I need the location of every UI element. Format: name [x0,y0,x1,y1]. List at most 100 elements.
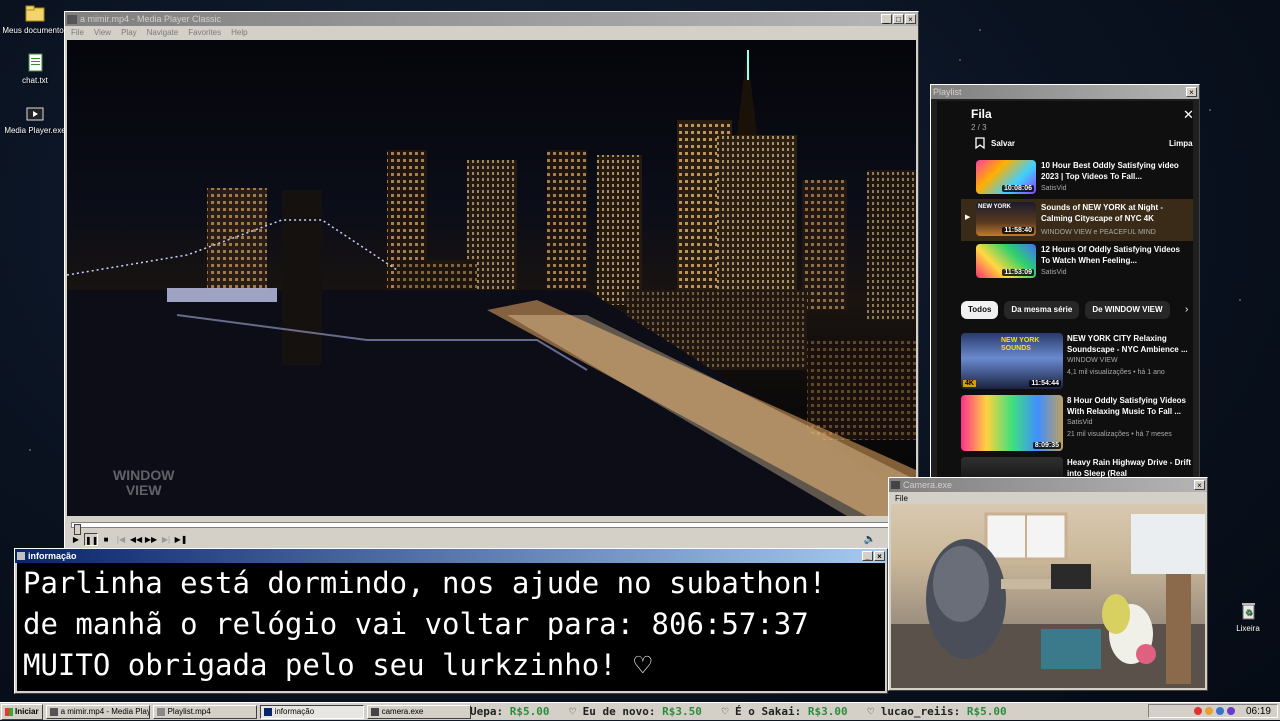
donation-name: Eu de novo: [582,705,656,718]
room-image [891,512,1205,688]
close-button[interactable]: × [1194,480,1205,490]
video-thumbnail: 11:53:09 [976,244,1036,278]
window-app-icon [263,707,272,716]
frame-step-icon[interactable]: ▶❚ [174,533,188,546]
tray-app-icon[interactable] [1215,707,1224,715]
related-video[interactable]: Heavy Rain Highway Drive - Drift into Sl… [961,457,1193,479]
donation-amount: R$3.00 [807,705,848,718]
control-buttons: ▶ ❚❚ ■ |◀ ◀◀ ▶▶ ▶| ▶❚ [69,533,188,546]
queue-item-title: Sounds of NEW YORK at Night - Calming Ci… [1041,203,1164,223]
desktop-icon-documents[interactable]: Meus documentos [0,2,70,35]
chip-from-channel[interactable]: De WINDOW VIEW [1085,301,1170,319]
window-app-icon [17,552,25,560]
start-button[interactable]: Iniciar [1,703,43,720]
previous-icon[interactable]: |◀ [114,533,128,546]
menu-help[interactable]: Help [231,28,247,37]
queue-count: 2 / 3 [971,123,987,132]
taskbar-button-label: informação [274,707,315,716]
duration-badge: 8:09:35 [1032,442,1061,449]
quality-badge: 4K [963,380,976,387]
menu-file[interactable]: File [71,28,84,37]
related-video[interactable]: NEW YORK SOUNDS 4K 11:54:44 NEW YORK CIT… [961,333,1193,391]
queue-item-title: 10 Hour Best Oddly Satisfying video 2023… [1041,161,1179,181]
thumbnail-text: NEW YORK SOUNDS [1001,337,1040,352]
queue-item[interactable]: 10:08:06 10 Hour Best Oddly Satisfying v… [961,157,1193,199]
video-frame[interactable]: WINDOW VIEW [67,40,916,516]
fast-forward-icon[interactable]: ▶▶ [144,533,158,546]
clear-button[interactable]: Limpa [1169,139,1193,148]
camera-window: Camera.exe × File [888,477,1208,691]
menu-play[interactable]: Play [121,28,137,37]
taskbar-button-media-player[interactable]: a mimir.mp4 - Media Playe... [45,704,150,719]
heart-icon: ♡ [721,705,729,718]
text-file-icon [24,52,46,74]
chip-same-series[interactable]: Da mesma série [1004,301,1080,319]
related-video-meta: 4,1 mil visualizações • há 1 ano [1067,369,1165,376]
tray-app-icon[interactable] [1193,707,1202,715]
chevron-right-icon[interactable]: › [1185,304,1188,315]
donation-name: lucao_reiis: [880,705,961,718]
queue-item-playing[interactable]: ▶ NEW YORK 11:58:40 Sounds of NEW YORK a… [961,199,1193,241]
related-video[interactable]: 8:09:35 8 Hour Oddly Satisfying Videos W… [961,395,1193,453]
desktop-icon-chat[interactable]: chat.txt [0,52,70,85]
taskbar: Iniciar a mimir.mp4 - Media Playe... Pla… [0,702,1280,720]
chip-all[interactable]: Todos [961,301,999,319]
tray-app-icon[interactable] [1204,707,1213,715]
close-button[interactable]: × [874,551,885,561]
desktop-icon-media-player[interactable]: Media Player.exe [0,102,70,135]
desktop-icon-label: Media Player.exe [4,126,66,135]
save-button[interactable]: Salvar [975,137,1015,149]
menu-file[interactable]: File [895,494,908,503]
media-player-icon [67,14,77,24]
media-player-icon [24,102,46,124]
watermark-line: WINDOW [113,467,175,483]
heart-icon: ♡ [867,705,875,718]
playlist-titlebar[interactable]: Playlist × [931,85,1199,99]
minimize-button[interactable]: _ [862,551,873,561]
video-thumbnail [961,457,1063,479]
queue-item[interactable]: 11:53:09 12 Hours Of Oddly Satisfying Vi… [961,241,1193,283]
duration-badge: 11:53:09 [1002,269,1034,276]
taskbar-button-label: Playlist.mp4 [167,707,211,716]
desktop-icon-label: chat.txt [22,76,48,85]
play-icon[interactable]: ▶ [69,533,83,546]
city-skyline-image [67,50,916,516]
playlist-window: Playlist × Fila 2 / 3 ✕ Salvar Limpa 10:… [930,84,1200,484]
desktop-icon-label: Meus documentos [2,26,68,35]
queue-item-channel: SatisVid [1041,185,1067,192]
video-thumbnail: NEW YORK SOUNDS 4K 11:54:44 [961,333,1063,389]
media-player-icon [49,707,58,716]
taskbar-button-playlist[interactable]: Playlist.mp4 [152,704,257,719]
maximize-button[interactable]: □ [893,14,904,24]
stop-icon[interactable]: ■ [99,533,113,546]
desktop-icon-recycle-bin[interactable]: ♻ Lixeira [1213,600,1280,633]
menu-favorites[interactable]: Favorites [188,28,221,37]
close-icon[interactable]: ✕ [1183,107,1193,123]
system-tray: 06:19 [1148,704,1278,718]
camera-titlebar[interactable]: Camera.exe × [889,478,1207,492]
video-thumbnail: NEW YORK 11:58:40 [976,202,1036,236]
clock[interactable]: 06:19 [1246,706,1271,717]
window-app-icon [156,707,165,716]
start-label: Iniciar [15,707,39,716]
related-video-channel: WINDOW VIEW [1067,357,1118,364]
close-button[interactable]: × [905,14,916,24]
menu-view[interactable]: View [94,28,111,37]
duration-badge: 11:54:44 [1029,380,1061,387]
media-player-titlebar[interactable]: a mimir.mp4 - Media Player Classic _ □ × [65,12,918,26]
close-button[interactable]: × [1186,87,1197,97]
menu-navigate[interactable]: Navigate [147,28,179,37]
seek-bar[interactable] [71,522,912,535]
minimize-button[interactable]: _ [881,14,892,24]
pause-icon[interactable]: ❚❚ [84,533,98,546]
taskbar-button-info[interactable]: informação [259,704,364,719]
info-titlebar[interactable]: informação _ × [15,549,887,563]
tray-app-icon[interactable] [1226,707,1235,715]
donation-amount: R$3.50 [662,705,702,718]
rewind-icon[interactable]: ◀◀ [129,533,143,546]
taskbar-button-camera[interactable]: camera.exe [366,704,471,719]
volume-icon[interactable]: 🔈 [864,534,876,545]
donation-amount: R$5.00 [966,705,1007,718]
taskbar-button-label: camera.exe [381,707,424,716]
next-icon[interactable]: ▶| [159,533,173,546]
